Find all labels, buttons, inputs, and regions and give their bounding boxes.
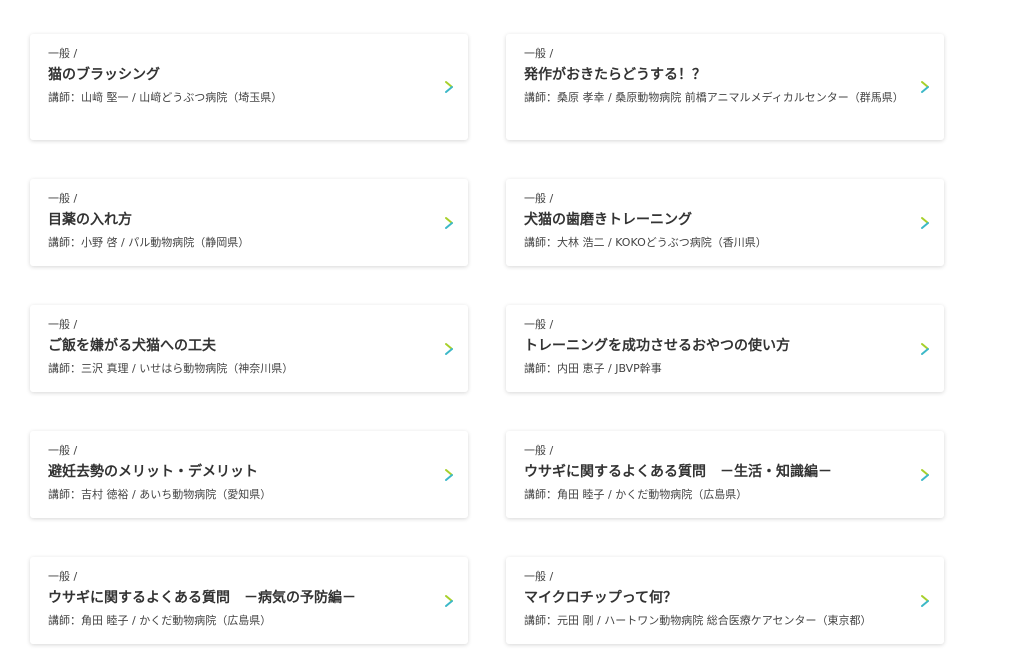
chevron-right-icon[interactable] [442,80,456,94]
card-lecturer: 講師：大林 浩二 / KOKOどうぶつ病院（香川県） [524,236,767,249]
card-title: 目薬の入れ方 [48,212,132,228]
card-category: 一般 / [524,570,554,583]
lecture-card[interactable]: 一般 / 避妊去勢のメリット・デメリット 講師：吉村 徳裕 / あいち動物病院（… [30,431,468,518]
lecture-card[interactable]: 一般 / トレーニングを成功させるおやつの使い方 講師：内田 恵子 / JBVP… [506,305,944,392]
card-title: 避妊去勢のメリット・デメリット [48,464,258,480]
card-category: 一般 / [524,47,554,60]
card-category: 一般 / [48,318,78,331]
card-lecturer: 講師：内田 恵子 / JBVP幹事 [524,362,662,375]
card-category: 一般 / [524,192,554,205]
card-lecturer: 講師：小野 啓 / パル動物病院（静岡県） [48,236,250,249]
card-title: マイクロチップって何？ [524,590,678,606]
chevron-right-icon[interactable] [442,468,456,482]
card-title: 犬猫の歯磨きトレーニング [524,212,692,228]
lecture-card[interactable]: 一般 / 猫のブラッシング 講師：山﨑 堅一 / 山﨑どうぶつ病院（埼玉県） [30,34,468,140]
card-category: 一般 / [524,318,554,331]
chevron-right-icon[interactable] [442,342,456,356]
chevron-right-icon[interactable] [918,468,932,482]
card-category: 一般 / [524,444,554,457]
card-lecturer: 講師：角田 睦子 / かくだ動物病院（広島県） [48,614,272,627]
chevron-right-icon[interactable] [442,216,456,230]
card-lecturer: 講師：角田 睦子 / かくだ動物病院（広島県） [524,488,748,501]
card-category: 一般 / [48,47,78,60]
chevron-right-icon[interactable] [442,594,456,608]
card-lecturer: 講師：三沢 真理 / いせはら動物病院（神奈川県） [48,362,294,375]
card-category: 一般 / [48,444,78,457]
card-title: ご飯を嫌がる犬猫への工夫 [48,338,216,354]
card-title: ウサギに関するよくある質問 －病気の予防編－ [48,590,356,606]
lecture-card-grid: 一般 / 猫のブラッシング 講師：山﨑 堅一 / 山﨑どうぶつ病院（埼玉県） 一… [0,0,1024,665]
card-category: 一般 / [48,192,78,205]
chevron-right-icon[interactable] [918,216,932,230]
lecture-card[interactable]: 一般 / ウサギに関するよくある質問 －生活・知識編－ 講師：角田 睦子 / か… [506,431,944,518]
lecture-card[interactable]: 一般 / マイクロチップって何？ 講師：元田 剛 / ハートワン動物病院 総合医… [506,557,944,644]
chevron-right-icon[interactable] [918,594,932,608]
card-title: トレーニングを成功させるおやつの使い方 [524,338,790,354]
card-lecturer: 講師：桑原 孝幸 / 桑原動物病院 前橋アニマルメディカルセンター（群馬県） [524,91,904,104]
card-title: ウサギに関するよくある質問 －生活・知識編－ [524,464,832,480]
lecture-card[interactable]: 一般 / ご飯を嫌がる犬猫への工夫 講師：三沢 真理 / いせはら動物病院（神奈… [30,305,468,392]
lecture-card[interactable]: 一般 / 犬猫の歯磨きトレーニング 講師：大林 浩二 / KOKOどうぶつ病院（… [506,179,944,266]
card-lecturer: 講師：山﨑 堅一 / 山﨑どうぶつ病院（埼玉県） [48,91,283,104]
lecture-card[interactable]: 一般 / ウサギに関するよくある質問 －病気の予防編－ 講師：角田 睦子 / か… [30,557,468,644]
card-lecturer: 講師：元田 剛 / ハートワン動物病院 総合医療ケアセンター（東京都） [524,614,872,627]
chevron-right-icon[interactable] [918,342,932,356]
chevron-right-icon[interactable] [918,80,932,94]
card-lecturer: 講師：吉村 徳裕 / あいち動物病院（愛知県） [48,488,272,501]
card-title: 発作がおきたらどうする！？ [524,67,706,83]
card-category: 一般 / [48,570,78,583]
lecture-card[interactable]: 一般 / 目薬の入れ方 講師：小野 啓 / パル動物病院（静岡県） [30,179,468,266]
lecture-card[interactable]: 一般 / 発作がおきたらどうする！？ 講師：桑原 孝幸 / 桑原動物病院 前橋ア… [506,34,944,140]
card-title: 猫のブラッシング [48,67,160,83]
